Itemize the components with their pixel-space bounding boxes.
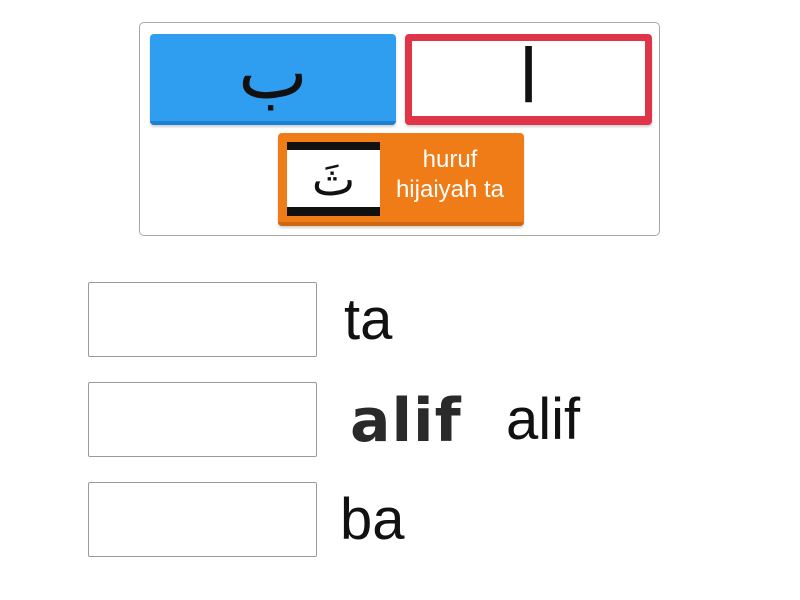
drop-target-alif[interactable] (88, 382, 317, 457)
tile-ta-label-line1: huruf (422, 146, 478, 173)
drop-target-ba[interactable] (88, 482, 317, 557)
answer-label-alif: alif (506, 386, 581, 452)
tile-ta-label: huruf hijaiyah ta (382, 145, 518, 205)
tile-alif[interactable]: ا (405, 34, 652, 125)
tile-ta[interactable]: ثَ huruf hijaiyah ta (278, 133, 524, 226)
drop-target-ta[interactable] (88, 282, 317, 357)
tile-alif-glyph: ا (518, 33, 539, 120)
tile-ba-glyph: ب (238, 29, 308, 116)
tile-ba[interactable]: ب (150, 34, 396, 125)
answer-label-ta: ta (344, 286, 393, 352)
tile-ta-label-line2: hijaiyah ta (395, 176, 505, 203)
tile-ta-image-glyph: ثَ (287, 150, 380, 207)
alif-image: alif (350, 386, 462, 456)
activity-stage: ب ا ثَ huruf hijaiyah ta ta alif alif ba (0, 0, 800, 600)
tile-ta-image: ثَ (287, 142, 380, 216)
answer-label-ba: ba (340, 486, 405, 552)
tile-bank: ب ا ثَ huruf hijaiyah ta (139, 22, 660, 236)
